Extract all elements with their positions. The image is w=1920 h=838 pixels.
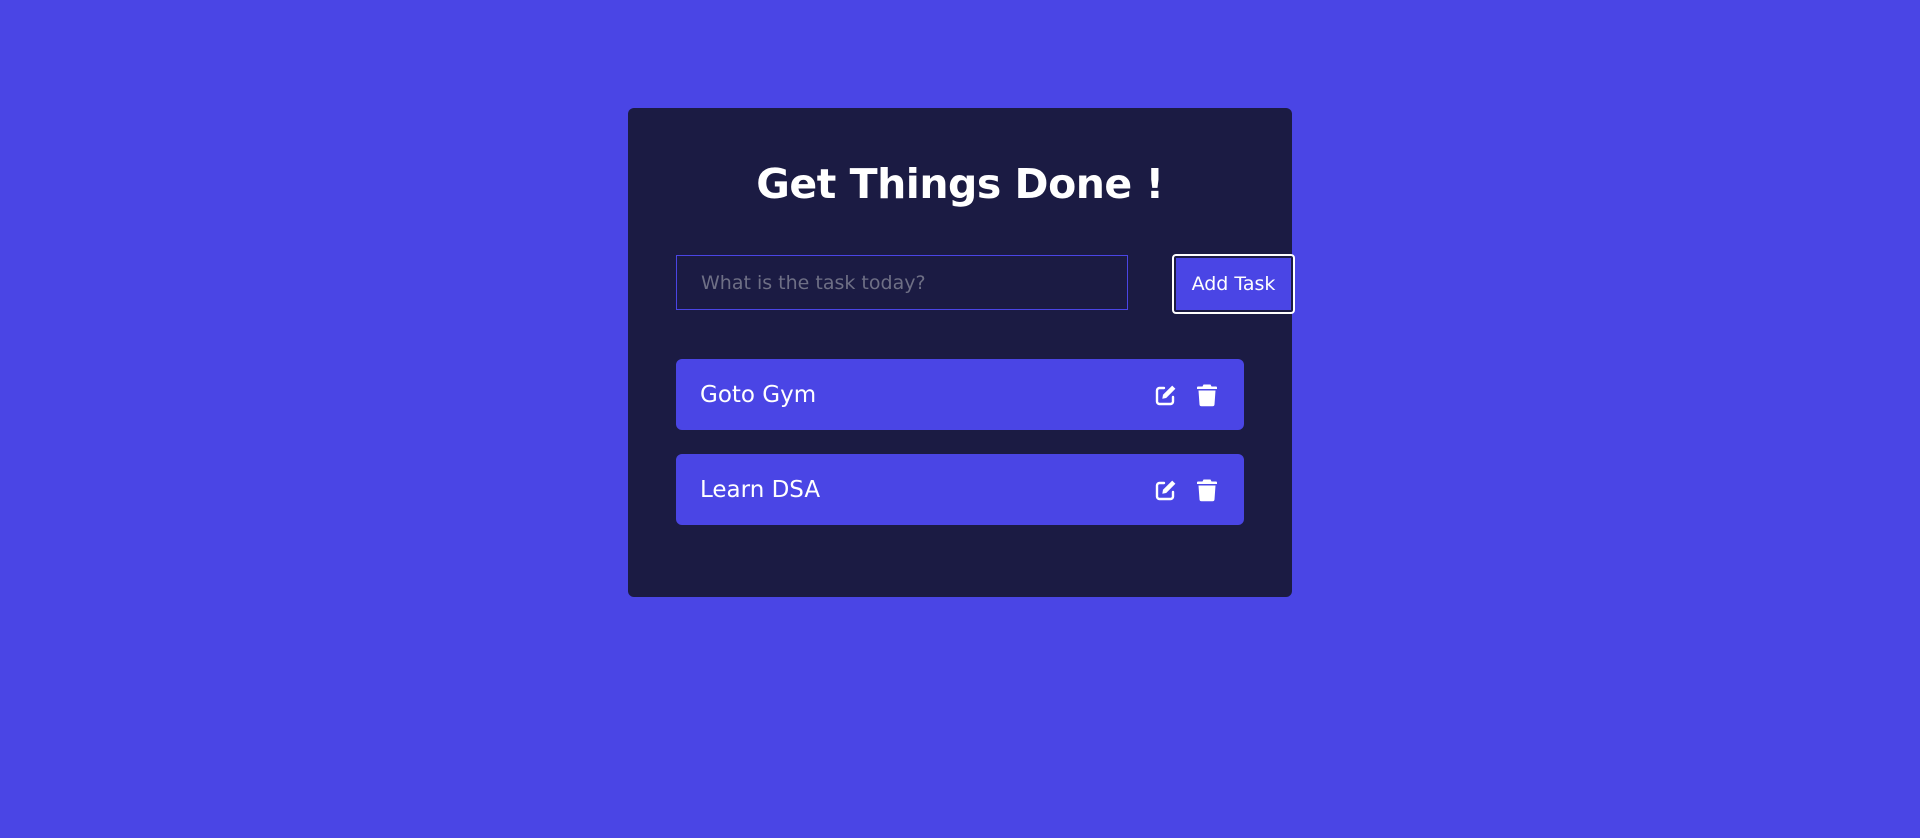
task-list: Goto Gym Learn DSA <box>676 359 1244 549</box>
task-input[interactable] <box>676 255 1128 310</box>
task-actions <box>1153 477 1220 503</box>
edit-icon[interactable] <box>1153 477 1179 503</box>
task-label[interactable]: Learn DSA <box>700 477 820 503</box>
add-task-button[interactable]: Add Task <box>1172 254 1295 314</box>
add-task-form: Add Task <box>676 254 1295 314</box>
task-item: Goto Gym <box>676 359 1244 430</box>
task-item: Learn DSA <box>676 454 1244 525</box>
edit-icon[interactable] <box>1153 382 1179 408</box>
task-label[interactable]: Goto Gym <box>700 382 816 408</box>
page-title: Get Things Done ! <box>756 160 1164 208</box>
todo-card: Get Things Done ! Add Task Goto Gym <box>628 108 1295 597</box>
trash-icon[interactable] <box>1194 477 1220 503</box>
trash-icon[interactable] <box>1194 382 1220 408</box>
task-actions <box>1153 382 1220 408</box>
